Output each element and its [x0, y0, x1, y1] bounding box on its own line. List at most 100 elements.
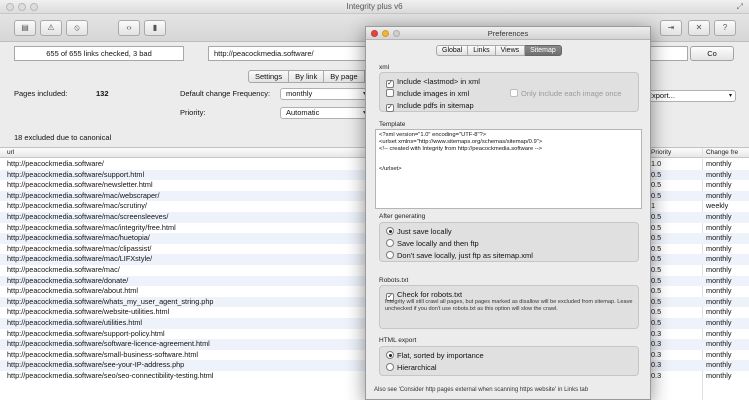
- column-change-frequency[interactable]: Change fre: [706, 149, 738, 156]
- change-frequency-cell: monthly: [706, 275, 732, 285]
- tab-by-page[interactable]: By page: [324, 70, 365, 83]
- tab-global[interactable]: Global: [436, 45, 469, 56]
- change-frequency-select[interactable]: monthly ▾: [280, 88, 370, 100]
- include-images-label: Include images in xml: [397, 89, 470, 98]
- code-icon[interactable]: ‹›: [118, 20, 140, 36]
- change-frequency-cell: weekly: [706, 201, 729, 211]
- just-save-radio[interactable]: Just save locally: [386, 227, 452, 236]
- url-cell: http://peacockmedia.software/: [7, 159, 104, 168]
- priority-cell: 0.5: [651, 254, 662, 264]
- template-line: [379, 152, 638, 159]
- tab-views[interactable]: Views: [495, 45, 526, 56]
- include-lastmod-checkbox[interactable]: ✓ Include <lastmod> in xml: [386, 77, 480, 88]
- tools-icon[interactable]: ✕: [688, 20, 710, 36]
- template-line: <!-- created with Integrity from http://…: [379, 145, 543, 152]
- flat-radio[interactable]: Flat, sorted by importance: [386, 351, 484, 360]
- priority-value: Automatic: [286, 108, 320, 117]
- preferences-panel: Preferences Global Links Views Sitemap x…: [365, 26, 651, 400]
- help-icon[interactable]: ?: [714, 20, 736, 36]
- priority-cell: 0.5: [651, 233, 662, 243]
- export-select[interactable]: Export... ▾: [640, 90, 736, 102]
- template-section-label: Template: [379, 121, 406, 128]
- priority-cell: 0.3: [651, 371, 662, 380]
- url-cell: http://peacockmedia.software/donate/: [7, 275, 129, 285]
- priority-cell: 0.5: [651, 265, 662, 274]
- dont-save-radio[interactable]: Don't save locally, just ftp as sitemap.…: [386, 251, 533, 260]
- radio-unselected-icon: [386, 239, 394, 247]
- url-cell: http://peacockmedia.software/support-pol…: [7, 328, 165, 338]
- priority-cell: 0.5: [651, 180, 662, 190]
- priority-cell: 0.3: [651, 339, 662, 349]
- change-frequency-cell: monthly: [706, 371, 732, 380]
- chevron-down-icon: ▾: [728, 93, 732, 99]
- tab-settings[interactable]: Settings: [248, 70, 290, 83]
- change-frequency-cell: monthly: [706, 212, 732, 221]
- robots-section-label: Robots.txt: [379, 277, 409, 284]
- change-frequency-cell: monthly: [706, 360, 732, 370]
- radio-selected-icon: [386, 351, 394, 359]
- priority-cell: 0.3: [651, 328, 662, 338]
- include-pdfs-checkbox[interactable]: ✓ Include pdfs in sitemap: [386, 101, 474, 112]
- tab-by-link[interactable]: By link: [289, 70, 325, 83]
- priority-cell: 0.5: [651, 318, 662, 327]
- url-cell: http://peacockmedia.software/about.html: [7, 286, 139, 296]
- url-cell: http://peacockmedia.software/mac/webscra…: [7, 190, 160, 200]
- fullscreen-icon[interactable]: ⤢: [737, 2, 743, 12]
- include-pdfs-label: Include pdfs in sitemap: [397, 101, 474, 110]
- change-frequency-value: monthly: [286, 89, 313, 98]
- only-each-image-label: Only include each image once: [521, 89, 622, 98]
- url-cell: http://peacockmedia.software/mac/clipass…: [7, 243, 152, 253]
- tab-sitemap[interactable]: Sitemap: [525, 45, 562, 56]
- include-images-checkbox[interactable]: Include images in xml: [386, 89, 469, 98]
- change-frequency-cell: monthly: [706, 243, 732, 253]
- xml-options-group: ✓ Include <lastmod> in xml Include images…: [379, 72, 639, 112]
- excluded-count: 18 excluded due to canonical: [14, 133, 112, 142]
- column-url[interactable]: url: [7, 149, 14, 156]
- url-cell: http://peacockmedia.software/software-li…: [7, 339, 210, 349]
- change-frequency-cell: monthly: [706, 349, 732, 359]
- links-checked-status: 655 of 655 links checked, 3 bad: [14, 46, 184, 61]
- priority-cell: 0.5: [651, 307, 662, 317]
- export-value: Export...: [647, 91, 675, 100]
- priority-cell: 0.5: [651, 275, 662, 285]
- xml-section-label: xml: [379, 64, 390, 71]
- priority-select[interactable]: Automatic ▾: [280, 107, 370, 119]
- url-cell: http://peacockmedia.software/mac/screens…: [7, 212, 169, 221]
- window-title: Integrity plus v6: [346, 2, 403, 11]
- change-frequency-cell: monthly: [706, 233, 732, 243]
- tab-links[interactable]: Links: [468, 45, 496, 56]
- priority-cell: 0.5: [651, 222, 662, 232]
- warning-icon[interactable]: ⚠: [40, 20, 62, 36]
- priority-cell: 0.3: [651, 360, 662, 370]
- priority-cell: 0.5: [651, 169, 662, 179]
- template-line: <?xml version="1.0" encoding="UTF-8"?>: [379, 132, 487, 138]
- robots-note: Integrity will still crawl all pages, bu…: [385, 299, 633, 312]
- change-frequency-label: Default change Frequency:: [180, 89, 271, 98]
- hierarchical-label: Hierarchical: [397, 363, 437, 372]
- url-cell: http://peacockmedia.software/mac/LIFXsty…: [7, 254, 153, 264]
- column-priority[interactable]: Priority: [651, 149, 671, 156]
- url-cell: http://peacockmedia.software/mac/integri…: [7, 222, 176, 232]
- url-cell: http://peacockmedia.software/website-uti…: [7, 307, 170, 317]
- save-ftp-radio[interactable]: Save locally and then ftp: [386, 239, 479, 248]
- print-icon[interactable]: ▤: [14, 20, 36, 36]
- radio-unselected-icon: [386, 363, 394, 371]
- only-each-image-checkbox[interactable]: Only include each image once: [510, 89, 621, 98]
- template-textarea[interactable]: <?xml version="1.0" encoding="UTF-8"?> <…: [375, 129, 642, 209]
- go-button[interactable]: Co: [690, 46, 734, 61]
- hierarchical-radio[interactable]: Hierarchical: [386, 363, 437, 372]
- change-frequency-cell: monthly: [706, 222, 732, 232]
- flat-label: Flat, sorted by importance: [397, 351, 484, 360]
- url-cell: http://peacockmedia.software/seo/seo-con…: [7, 371, 214, 380]
- save-ftp-label: Save locally and then ftp: [397, 239, 479, 248]
- html-export-group: Flat, sorted by importance Hierarchical: [379, 346, 639, 376]
- priority-cell: 0.5: [651, 243, 662, 253]
- stop-icon[interactable]: ⦸: [66, 20, 88, 36]
- pages-included-label: Pages included:: [14, 89, 68, 98]
- priority-cell: 1.0: [651, 159, 662, 168]
- chart-icon[interactable]: ▮: [144, 20, 166, 36]
- template-line: <urlset xmlns="http://www.sitemaps.org/s…: [379, 138, 543, 145]
- check-robots-label: Check for robots.txt: [397, 290, 463, 299]
- template-line: [379, 159, 638, 166]
- export-icon[interactable]: ⇥: [660, 20, 682, 36]
